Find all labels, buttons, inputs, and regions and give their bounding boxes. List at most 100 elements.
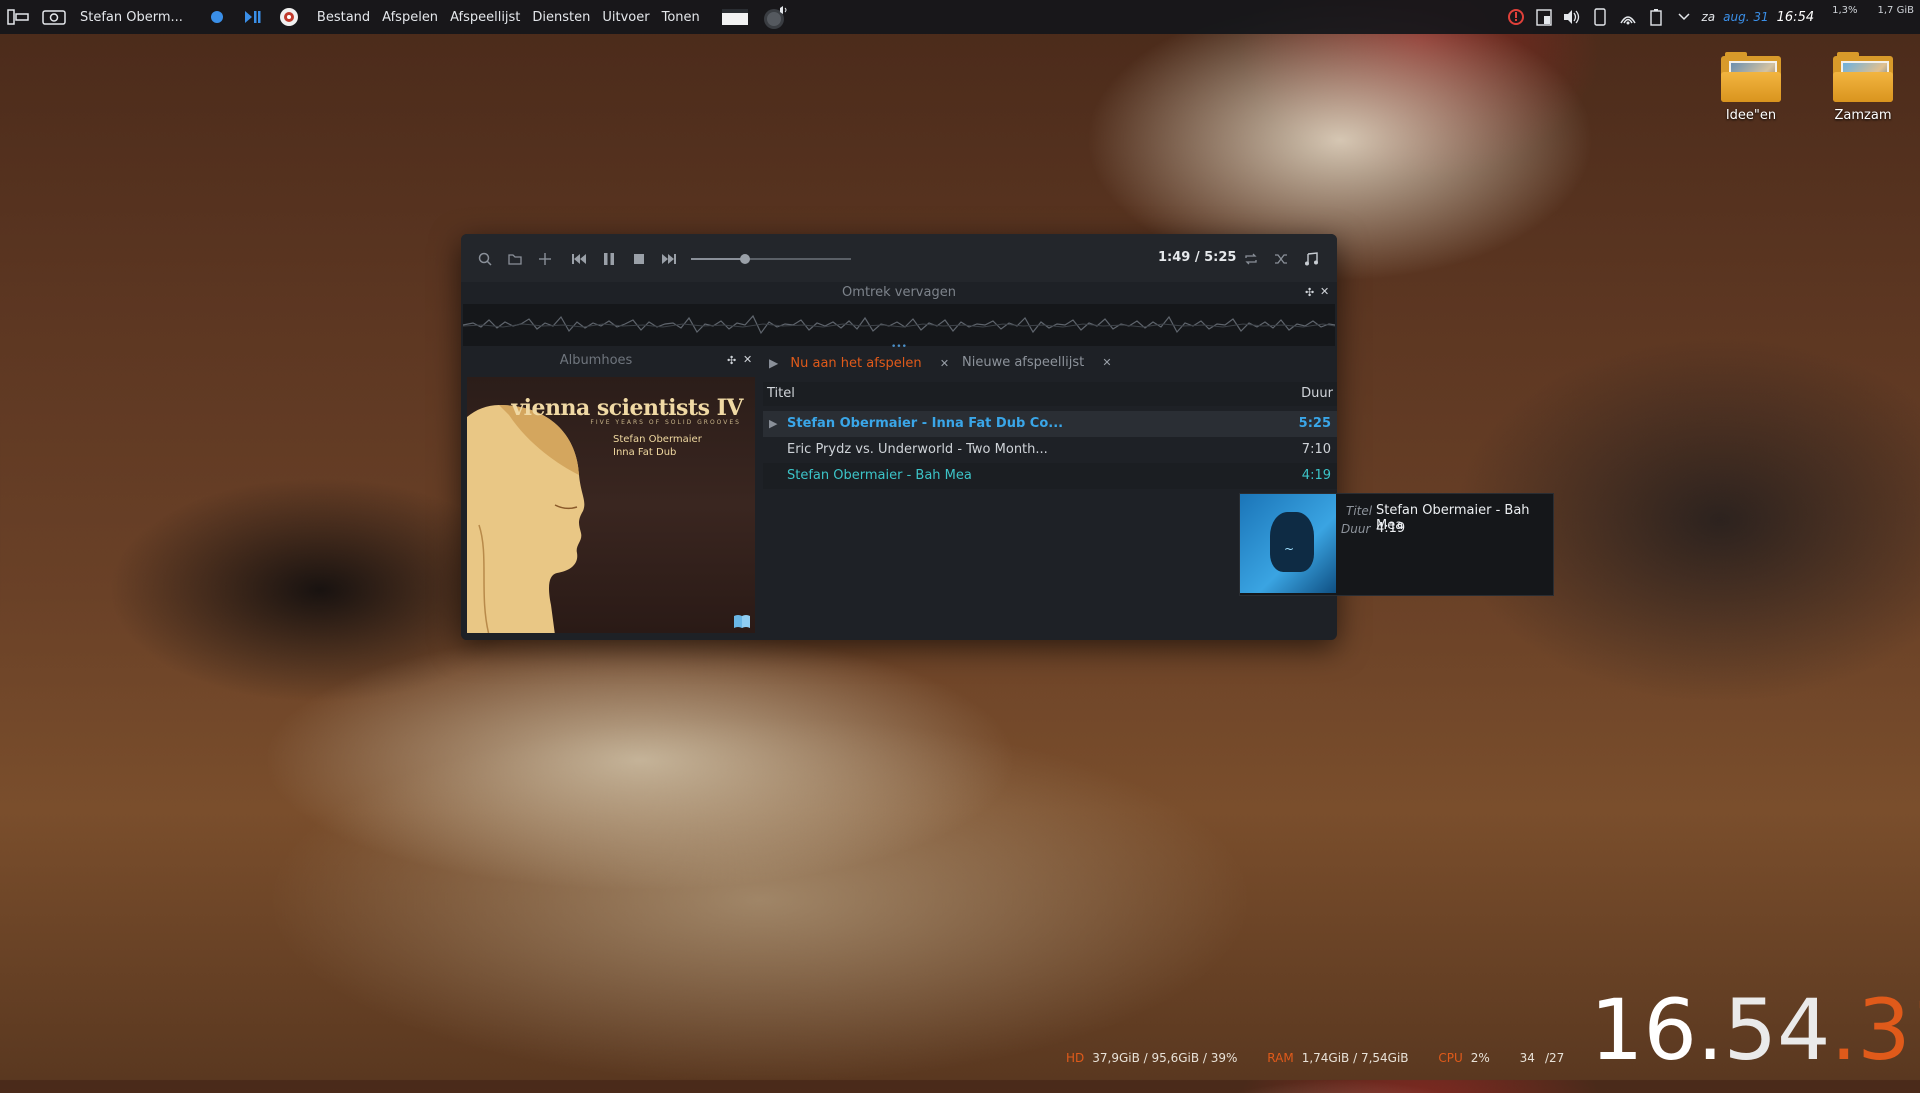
- repeat-icon[interactable]: [1241, 249, 1261, 269]
- update-icon[interactable]: [1505, 7, 1527, 27]
- clock-hours: 16: [1590, 981, 1697, 1079]
- cover-face-illustration: [467, 405, 585, 633]
- track-duration: 7:10: [1301, 442, 1331, 457]
- track-duration: 4:19: [1301, 468, 1331, 483]
- top-panel: Stefan Oberm... Bestand Afspelen Afspeel…: [0, 0, 1920, 34]
- folder-icon: [1833, 52, 1893, 102]
- album-pane-title: Albumhoes: [559, 353, 633, 368]
- phone-icon[interactable]: [1589, 7, 1611, 27]
- stop-icon[interactable]: [629, 249, 649, 269]
- close-tab-icon[interactable]: ✕: [1102, 356, 1111, 369]
- music-note-icon[interactable]: [1301, 249, 1321, 269]
- undock-icon[interactable]: ✣: [727, 354, 736, 367]
- cover-track: Inna Fat Dub: [613, 447, 677, 458]
- player-toolbar: 1:49 / 5:25: [461, 234, 1337, 282]
- column-header-title[interactable]: Titel: [767, 386, 795, 401]
- track-duration: 5:25: [1298, 416, 1331, 431]
- menu-uitvoer[interactable]: Uitvoer: [602, 10, 649, 25]
- system-stats-widget: HD 37,9GiB / 95,6GiB / 39% RAM 1,74GiB / 7…: [1066, 1051, 1564, 1065]
- chevron-down-icon[interactable]: [1673, 7, 1695, 27]
- playback-time: 1:49 / 5:25: [1158, 250, 1237, 265]
- tooltip-album-cover: ~: [1240, 494, 1336, 593]
- playlist-header: Titel Duur: [763, 382, 1337, 406]
- menu-afspelen[interactable]: Afspelen: [382, 10, 438, 25]
- next-track-icon[interactable]: [659, 249, 679, 269]
- tab-new-playlist-label: Nieuwe afspeellijst: [962, 355, 1085, 370]
- pause-icon[interactable]: [599, 249, 619, 269]
- volume-knob-icon[interactable]: [762, 6, 792, 29]
- clock-minutes: 54: [1723, 981, 1831, 1079]
- desktop-clock: 16.54.31.za: [1590, 985, 1920, 1093]
- play-icon: ▶: [769, 356, 779, 370]
- tray-day[interactable]: za: [1702, 10, 1716, 24]
- desktop-icon-label: Idee"en: [1725, 108, 1777, 123]
- album-cover[interactable]: vienna scientists IV FIVE YEARS OF SOLID…: [467, 377, 755, 633]
- temperature-value-secondary: /27: [1544, 1051, 1565, 1065]
- tooltip-title-label: Titel: [1346, 504, 1373, 518]
- menu-diensten[interactable]: Diensten: [532, 10, 590, 25]
- window-thumbnail-icon[interactable]: [720, 7, 750, 27]
- tray-date[interactable]: aug. 31: [1723, 10, 1768, 24]
- cpu-monitor[interactable]: 1,3%: [1832, 5, 1857, 16]
- tab-new-playlist[interactable]: Nieuwe afspeellijst ✕: [962, 353, 1112, 373]
- tab-now-playing[interactable]: ▶ Nu aan het afspelen ✕: [769, 353, 949, 374]
- waveform[interactable]: [462, 304, 1336, 346]
- cover-title: vienna scientists IV: [511, 395, 743, 421]
- column-header-duration[interactable]: Duur: [1301, 386, 1333, 401]
- desktop-folder-ideeen[interactable]: Idee"en: [1706, 52, 1796, 123]
- ram-value: 1,74GiB / 7,54GiB: [1301, 1051, 1409, 1065]
- close-icon[interactable]: ✕: [743, 353, 752, 366]
- hd-value: 37,9GiB / 95,6GiB / 39%: [1092, 1051, 1238, 1065]
- clock-seconds: 31: [1857, 981, 1920, 1079]
- track-title: Stefan Obermaier - Inna Fat Dub Co...: [787, 416, 1064, 431]
- open-folder-icon[interactable]: [505, 249, 525, 269]
- wifi-icon[interactable]: [1617, 7, 1639, 27]
- screenshot-icon[interactable]: [42, 7, 66, 27]
- previous-track-icon[interactable]: [569, 249, 589, 269]
- close-icon[interactable]: ✕: [1320, 285, 1329, 298]
- menu-afspeellijst[interactable]: Afspeellijst: [450, 10, 520, 25]
- record-dot-icon[interactable]: [205, 7, 229, 27]
- tooltip-duration-label: Duur: [1341, 522, 1371, 536]
- desktop-icon-label: Zamzam: [1834, 108, 1892, 123]
- active-window-title[interactable]: Stefan Oberm...: [80, 10, 183, 25]
- play-pause-icon[interactable]: [241, 7, 265, 27]
- undock-icon[interactable]: ✣: [1305, 286, 1314, 299]
- hd-label: HD: [1066, 1051, 1085, 1065]
- temperature-value: 34: [1519, 1051, 1535, 1065]
- tray-time[interactable]: 16:54: [1777, 10, 1814, 25]
- folder-icon: [1721, 52, 1781, 102]
- activities-icon[interactable]: [6, 7, 30, 27]
- tab-now-playing-label: Nu aan het afspelen: [790, 356, 922, 371]
- speaker-icon[interactable]: [1561, 7, 1583, 27]
- seek-slider[interactable]: [691, 254, 851, 264]
- ram-label: RAM: [1267, 1051, 1294, 1065]
- playlist-row[interactable]: Stefan Obermaier - Bah Mea 4:19: [763, 463, 1337, 489]
- playlist-row[interactable]: Eric Prydz vs. Underworld - Two Month...…: [763, 437, 1337, 463]
- cover-artist: Stefan Obermaier: [613, 434, 702, 445]
- media-app-icon[interactable]: [277, 7, 301, 27]
- desktop-folder-zamzam[interactable]: Zamzam: [1818, 52, 1908, 123]
- search-icon[interactable]: [475, 249, 495, 269]
- memory-monitor[interactable]: 1,7 GiB: [1878, 5, 1914, 16]
- cover-subtitle: FIVE YEARS OF SOLID GROOVES: [590, 419, 741, 426]
- book-icon: [733, 613, 751, 629]
- clipboard-icon[interactable]: [1533, 7, 1555, 27]
- add-icon[interactable]: [535, 249, 555, 269]
- menu-bestand[interactable]: Bestand: [317, 10, 370, 25]
- music-player-window: 1:49 / 5:25 Omtrek vervagen ✣ ✕ ••• Albu…: [461, 234, 1337, 640]
- playlist-tabs: ▶ Nu aan het afspelen ✕ Nieuwe afspeelli…: [763, 349, 1337, 377]
- menu-tonen[interactable]: Tonen: [662, 10, 700, 25]
- playlist-row[interactable]: ▶ Stefan Obermaier - Inna Fat Dub Co... …: [763, 411, 1337, 437]
- seek-slider-handle[interactable]: [739, 254, 750, 264]
- track-title: Stefan Obermaier - Bah Mea: [787, 468, 972, 483]
- waveform-panel-title: Omtrek vervagen: [842, 285, 956, 300]
- tooltip-duration-value: 4:19: [1376, 521, 1406, 536]
- seek-slider-fill: [691, 258, 745, 260]
- cpu-label: CPU: [1438, 1051, 1463, 1065]
- battery-icon[interactable]: [1645, 7, 1667, 27]
- shuffle-icon[interactable]: [1271, 249, 1291, 269]
- album-cover-pane: Albumhoes ✣ ✕ vienna scientists IV FIVE …: [461, 349, 757, 640]
- now-playing-icon: ▶: [769, 417, 778, 430]
- close-tab-icon[interactable]: ✕: [940, 357, 949, 370]
